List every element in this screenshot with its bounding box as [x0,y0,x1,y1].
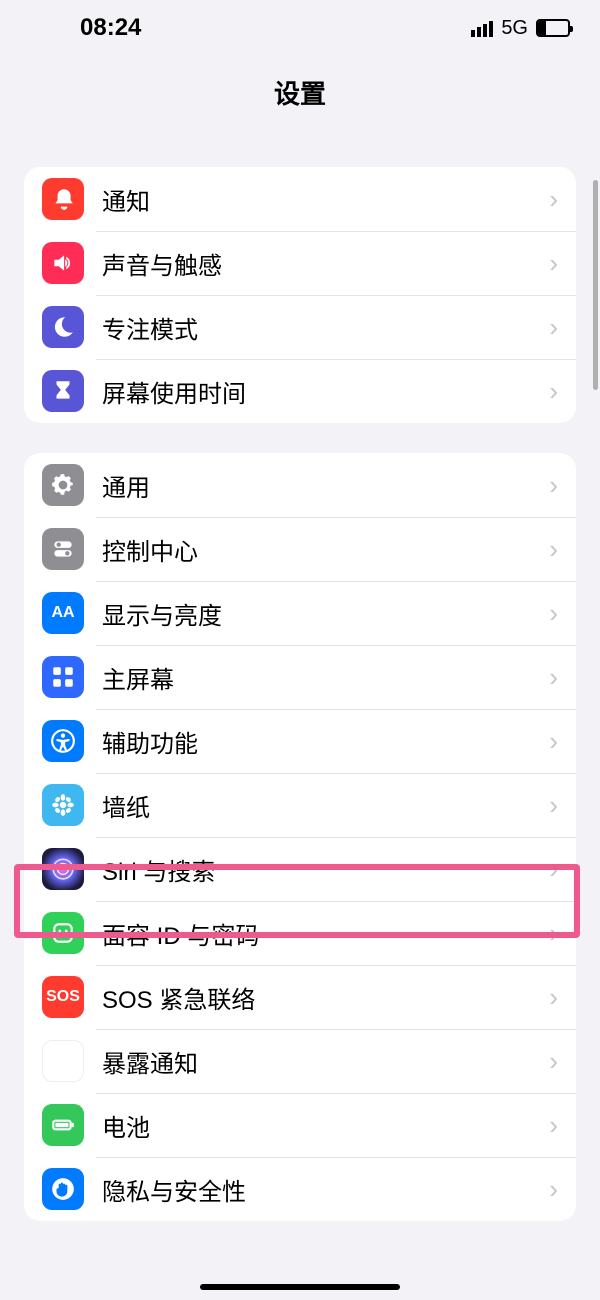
settings-row-general[interactable]: 通用› [24,453,576,517]
row-label: 电池 [102,1108,549,1143]
network-label: 5G [501,17,528,40]
gear-icon [42,464,84,506]
chevron-right-icon: › [549,982,558,1013]
hand-icon [42,1168,84,1210]
status-right: 5G [471,17,570,40]
settings-row-faceid[interactable]: 面容 ID 与密码› [24,901,576,965]
row-label: 通用 [102,468,549,503]
chevron-right-icon: › [549,184,558,215]
settings-row-sounds[interactable]: 声音与触感› [24,231,576,295]
face-icon [42,912,84,954]
chevron-right-icon: › [549,248,558,279]
settings-row-homescreen[interactable]: 主屏幕› [24,645,576,709]
chevron-right-icon: › [549,470,558,501]
chevron-right-icon: › [549,726,558,757]
chevron-right-icon: › [549,790,558,821]
row-label: 通知 [102,182,549,217]
chevron-right-icon: › [549,918,558,949]
row-label: 主屏幕 [102,660,549,695]
settings-row-display[interactable]: AA 显示与亮度› [24,581,576,645]
settings-row-accessibility[interactable]: 辅助功能› [24,709,576,773]
settings-row-siri[interactable]: Siri 与搜索› [24,837,576,901]
row-label: 控制中心 [102,532,549,567]
row-label: 隐私与安全性 [102,1172,549,1207]
settings-group: 通用›控制中心›AA显示与亮度›主屏幕›辅助功能›墙纸›Siri 与搜索›面容 … [24,453,576,1221]
status-time: 08:24 [80,14,141,42]
settings-row-focus[interactable]: 专注模式› [24,295,576,359]
scroll-indicator[interactable] [593,180,598,390]
settings-row-privacy[interactable]: 隐私与安全性› [24,1157,576,1221]
exposure-icon [42,1040,84,1082]
chevron-right-icon: › [549,1174,558,1205]
bell-icon [42,178,84,220]
chevron-right-icon: › [549,854,558,885]
row-label: 显示与亮度 [102,596,549,631]
chevron-right-icon: › [549,1110,558,1141]
settings-row-screentime[interactable]: 屏幕使用时间› [24,359,576,423]
chevron-right-icon: › [549,376,558,407]
siri-icon [42,848,84,890]
moon-icon [42,306,84,348]
settings-list: 通知›声音与触感›专注模式›屏幕使用时间›通用›控制中心›AA显示与亮度›主屏幕… [0,167,600,1221]
settings-group: 通知›声音与触感›专注模式›屏幕使用时间› [24,167,576,423]
settings-row-battery[interactable]: 电池› [24,1093,576,1157]
settings-row-controlcenter[interactable]: 控制中心› [24,517,576,581]
cellular-signal-icon [471,19,493,37]
row-label: 屏幕使用时间 [102,374,549,409]
chevron-right-icon: › [549,1046,558,1077]
grid-icon [42,656,84,698]
settings-row-notifications[interactable]: 通知› [24,167,576,231]
row-label: 墙纸 [102,788,549,823]
row-label: SOS 紧急联络 [102,980,549,1015]
hourglass-icon [42,370,84,412]
row-label: 辅助功能 [102,724,549,759]
settings-row-exposure[interactable]: 暴露通知› [24,1029,576,1093]
page-title: 设置 [0,56,600,137]
chevron-right-icon: › [549,312,558,343]
row-label: 暴露通知 [102,1044,549,1079]
speaker-icon [42,242,84,284]
home-indicator[interactable] [200,1284,400,1290]
settings-row-sos[interactable]: SOS SOS 紧急联络› [24,965,576,1029]
accessibility-icon [42,720,84,762]
switches-icon [42,528,84,570]
battery-icon [536,19,570,37]
sos-icon: SOS [42,976,84,1018]
row-label: 面容 ID 与密码 [102,916,549,951]
chevron-right-icon: › [549,598,558,629]
aa-icon: AA [42,592,84,634]
status-bar: 08:24 5G [0,0,600,56]
row-label: Siri 与搜索 [102,852,549,887]
chevron-right-icon: › [549,534,558,565]
row-label: 声音与触感 [102,246,549,281]
chevron-right-icon: › [549,662,558,693]
battery-icon [42,1104,84,1146]
flower-icon [42,784,84,826]
settings-row-wallpaper[interactable]: 墙纸› [24,773,576,837]
row-label: 专注模式 [102,310,549,345]
